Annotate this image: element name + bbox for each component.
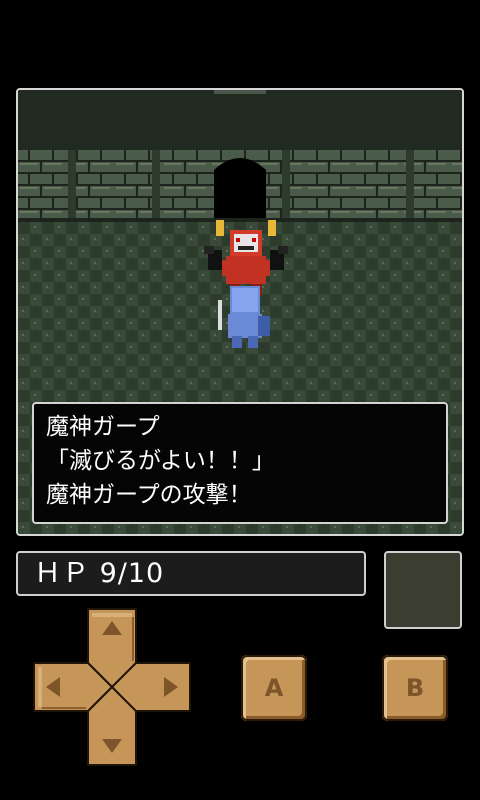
dpad[interactable] [32,607,192,767]
b-button[interactable]: B [382,655,448,721]
a-button[interactable]: A [241,655,307,721]
dialog-line-speaker: 魔神ガープ [46,414,160,440]
hp-label: ＨＰ 9/10 [34,558,165,589]
dialog-line-speech: 「滅びるがよい！！」 [46,448,275,474]
dialog-line-action: 魔神ガープの攻撃！ [46,482,252,508]
hp-status-bar: ＨＰ 9/10 [16,551,366,596]
dialog-box[interactable]: 魔神ガープ 「滅びるがよい！！」 魔神ガープの攻撃！ [32,402,448,524]
item-slot[interactable] [384,551,462,629]
